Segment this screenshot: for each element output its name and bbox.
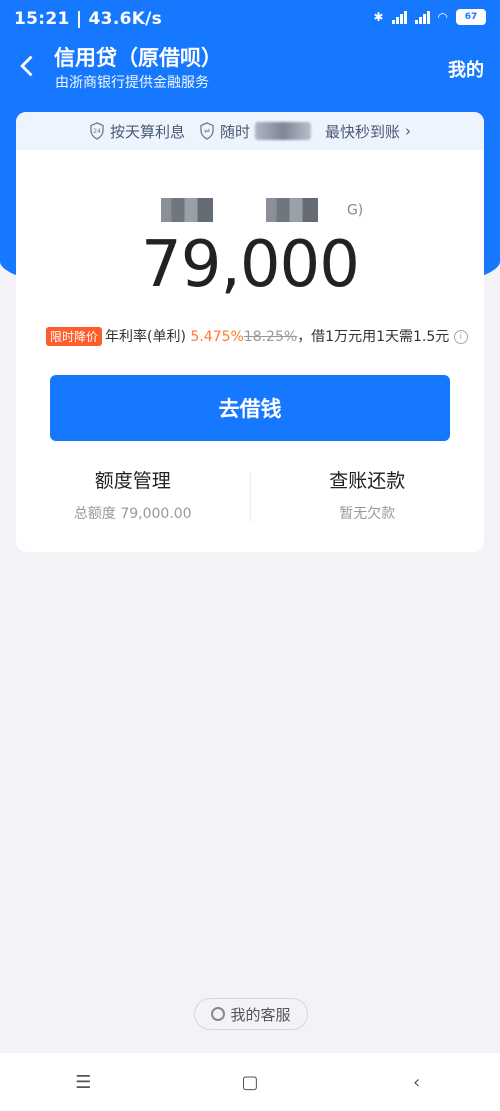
status-icons: ✱ ◠ 67 [373, 9, 486, 25]
mosaic-redaction [160, 198, 213, 222]
signal-icon-2 [414, 10, 430, 24]
system-nav-bar: ☰ ▢ ‹ [0, 1053, 500, 1111]
limited-time-badge: 限时降价 [46, 327, 103, 346]
perk-label: 按天算利息 [109, 122, 185, 141]
home-icon[interactable]: ▢ [230, 1072, 270, 1093]
quota-title: 额度管理 [94, 470, 171, 492]
blurred-region [255, 122, 311, 140]
bill-repayment[interactable]: 查账还款 暂无欠款 [251, 466, 485, 526]
battery-icon: 67 [456, 9, 486, 25]
rate-label: 年利率(单利) [105, 329, 186, 345]
wifi-icon: ◠ [437, 10, 448, 24]
bluetooth-icon: ✱ [373, 10, 384, 24]
bill-status: 暂无欠款 [339, 506, 396, 522]
page-subtitle: 由浙商银行提供金融服务 [55, 75, 209, 91]
svg-text:⇌: ⇌ [204, 127, 210, 135]
back-icon[interactable]: ‹ [397, 1072, 437, 1093]
headset-icon [211, 1007, 226, 1021]
borrow-button[interactable]: 去借钱 [50, 375, 450, 441]
signal-icon [391, 10, 407, 24]
shield-icon: 24 [90, 122, 104, 140]
credit-amount: 79,000 [141, 228, 360, 302]
perk-daily-interest: 24 按天算利息 [89, 121, 185, 142]
app-header: 信用贷（原借呗） 由浙商银行提供金融服务 我的 [0, 36, 500, 100]
chevron-left-icon [20, 55, 33, 77]
loan-card: 24 按天算利息 ⇌ 随时 最快秒到账 › G) 79,000 限时降价 年利率(… [16, 112, 484, 552]
mosaic-redaction [265, 198, 318, 222]
chevron-right-icon: › [405, 122, 412, 140]
page-title: 信用贷（原借呗） [54, 46, 222, 70]
perk-label: 最快秒到账 [325, 122, 401, 141]
menu-icon[interactable]: ☰ [63, 1072, 103, 1093]
perk-label: 随时 [219, 122, 250, 141]
svg-text:24: 24 [93, 128, 101, 135]
status-bar: 15:21 | 43.6K/s ✱ ◠ 67 [0, 0, 500, 36]
perks-bar[interactable]: 24 按天算利息 ⇌ 随时 最快秒到账 › [16, 112, 484, 150]
rate-desc: ，借1万元用1天需1.5元 [297, 329, 450, 345]
credit-label: G) [16, 198, 484, 222]
back-button[interactable] [14, 52, 42, 80]
bill-title: 查账还款 [329, 470, 406, 492]
bottom-tools: 额度管理 总额度 79,000.00 查账还款 暂无欠款 [16, 466, 484, 526]
rate-new: 5.475% [190, 329, 244, 345]
perk-anytime: ⇌ 随时 [199, 121, 311, 142]
perk-fast: 最快秒到账 › [325, 121, 411, 142]
mine-link[interactable]: 我的 [448, 56, 484, 82]
quota-management[interactable]: 额度管理 总额度 79,000.00 [16, 466, 250, 526]
customer-service-button[interactable]: 我的客服 [194, 998, 308, 1030]
info-icon[interactable]: i [453, 330, 468, 344]
service-label: 我的客服 [230, 1005, 291, 1024]
rate-old: 18.25% [243, 329, 298, 345]
rate-line: 限时降价 年利率(单利) 5.475%18.25%，借1万元用1天需1.5元 i [46, 326, 476, 346]
shield-icon: ⇌ [200, 122, 214, 140]
credit-label-suffix: G) [346, 202, 364, 219]
status-time: 15:21 | 43.6K/s [14, 9, 163, 29]
quota-total: 总额度 79,000.00 [73, 506, 192, 522]
